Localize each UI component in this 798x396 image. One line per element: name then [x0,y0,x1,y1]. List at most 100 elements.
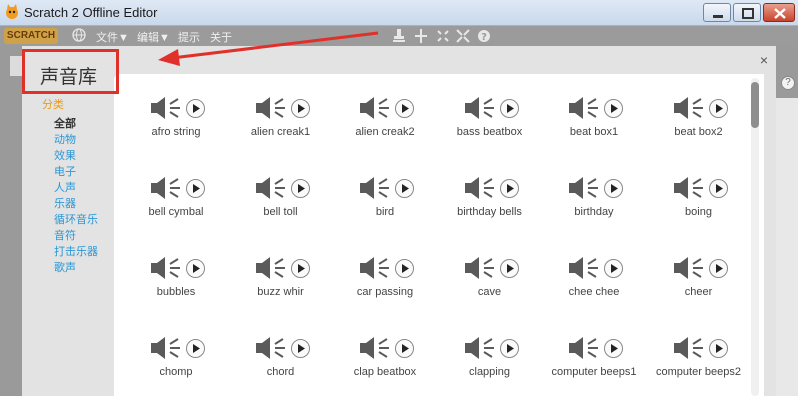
play-sound-button[interactable] [186,179,205,198]
play-sound-button[interactable] [708,179,728,198]
sound-name: chord [266,366,295,378]
play-sound-button[interactable] [395,259,414,278]
maximize-button[interactable] [733,3,761,22]
speaker-icon [151,257,180,279]
sound-item[interactable]: cave [438,256,542,332]
minimize-button[interactable] [703,3,731,22]
close-window-button[interactable] [763,3,795,22]
play-sound-button[interactable] [290,259,310,278]
category-vocals[interactable]: 歌声 [54,259,76,275]
speaker-icon [569,97,598,119]
sound-item[interactable]: cheer [647,256,751,332]
play-sound-button[interactable] [604,259,623,278]
sound-item[interactable]: bell toll [229,176,333,252]
sound-item[interactable]: boing [647,176,751,252]
script-panel [776,98,798,396]
play-sound-button[interactable] [499,179,519,198]
play-icon [715,104,723,113]
play-sound-button[interactable] [604,179,623,198]
play-sound-button[interactable] [499,99,519,118]
sound-item[interactable]: beat box1 [542,96,646,172]
sound-item[interactable]: computer beeps1 [542,336,646,396]
sound-item[interactable]: chee chee [542,256,646,332]
sound-item[interactable]: bass beatbox [438,96,542,172]
play-sound-button[interactable] [290,99,310,118]
speaker-icon [673,337,703,359]
sound-item[interactable]: clapping [438,336,542,396]
play-sound-button[interactable] [499,259,519,278]
play-sound-button[interactable] [186,259,205,278]
sound-name: cave [477,286,502,298]
speaker-icon [569,257,598,279]
sound-item[interactable]: beat box2 [647,96,751,172]
play-sound-button[interactable] [708,99,728,118]
sound-name: car passing [356,286,414,298]
sound-item[interactable]: afro string [124,96,228,172]
sound-item[interactable]: alien creak2 [333,96,437,172]
sound-name: clapping [469,366,510,378]
category-all[interactable]: 全部 [54,115,76,131]
play-sound-button[interactable] [395,99,414,118]
sound-item[interactable]: bubbles [124,256,228,332]
grow-icon[interactable] [436,28,450,44]
category-effects[interactable]: 效果 [54,147,76,163]
sound-item[interactable]: alien creak1 [229,96,333,172]
sound-name: buzz whir [257,286,304,298]
play-sound-button[interactable] [604,99,623,118]
sound-grid-scrollbar[interactable] [751,78,759,396]
sound-item[interactable]: clap beatbox [333,336,437,396]
globe-icon[interactable] [72,28,86,42]
stage-thumbnail [10,56,22,76]
help-icon[interactable]: ? [477,28,491,44]
category-percussion[interactable]: 打击乐器 [54,243,98,259]
sound-item[interactable]: computer beeps2 [647,336,751,396]
sound-name: birthday [574,206,614,218]
move-icon[interactable] [414,28,428,44]
scratch-logo[interactable]: SCRATCH [4,28,58,44]
category-header: 分类 [42,98,64,111]
category-instruments[interactable]: 乐器 [54,195,76,211]
play-icon [193,184,200,193]
play-icon [402,184,409,193]
play-sound-button[interactable] [290,179,310,198]
play-sound-button[interactable] [708,259,728,278]
category-notes[interactable]: 音符 [54,227,76,243]
play-sound-button[interactable] [708,339,728,358]
help-circle-icon[interactable]: ? [781,76,795,90]
play-sound-button[interactable] [604,339,623,358]
menu-tips[interactable]: 提示 [178,29,200,45]
sound-item[interactable]: birthday [542,176,646,252]
sound-item[interactable]: bird [333,176,437,252]
play-sound-button[interactable] [395,179,414,198]
menu-edit[interactable]: 编辑▼ [137,29,170,45]
play-sound-button[interactable] [290,339,310,358]
play-icon [506,104,514,113]
play-sound-button[interactable] [395,339,414,358]
play-sound-button[interactable] [186,99,205,118]
sound-grid: afro string alien creak1 alien creak2 ba… [114,74,764,396]
sound-item[interactable]: chord [229,336,333,396]
annotation-highlight-box [22,49,119,94]
play-icon [715,344,723,353]
play-icon [611,264,618,273]
menu-about[interactable]: 关于 [210,29,232,45]
stamp-icon[interactable] [392,28,406,44]
category-animals[interactable]: 动物 [54,131,76,147]
sound-name: afro string [151,126,201,138]
category-human[interactable]: 人声 [54,179,76,195]
category-electronic[interactable]: 电子 [54,163,76,179]
sound-item[interactable]: buzz whir [229,256,333,332]
sound-item[interactable]: car passing [333,256,437,332]
sound-item[interactable]: birthday bells [438,176,542,252]
stage-area-edge [0,46,22,396]
dialog-close-button[interactable]: × [760,52,768,68]
play-sound-button[interactable] [186,339,205,358]
menu-file[interactable]: 文件▼ [96,29,129,45]
sound-item[interactable]: chomp [124,336,228,396]
play-sound-button[interactable] [499,339,519,358]
shrink-icon[interactable] [456,28,470,44]
sound-item[interactable]: bell cymbal [124,176,228,252]
scrollbar-thumb[interactable] [751,82,759,128]
sound-name: bass beatbox [456,126,523,138]
category-music-loops[interactable]: 循环音乐 [54,211,98,227]
